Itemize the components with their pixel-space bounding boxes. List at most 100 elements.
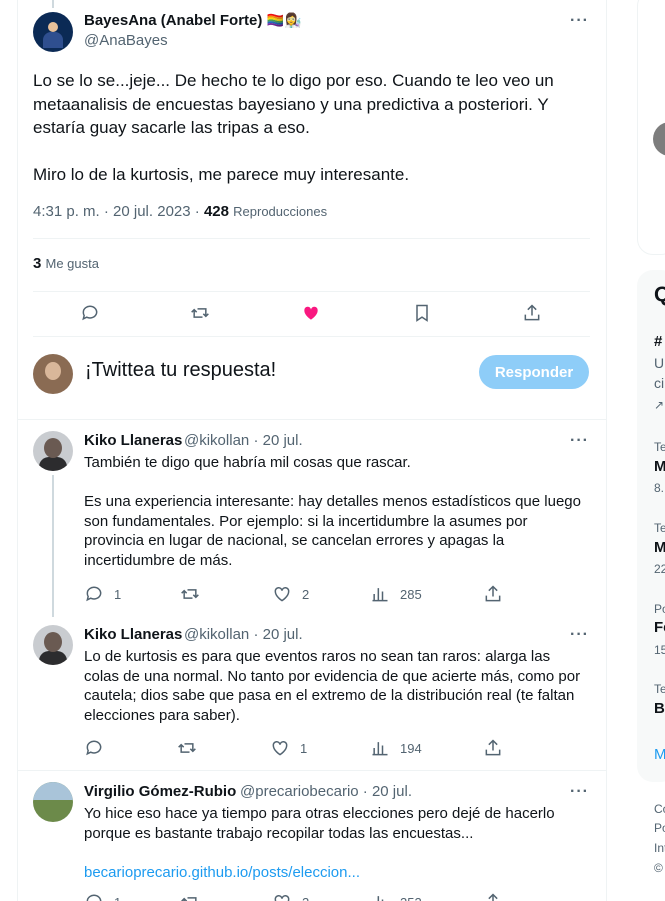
retweet-button[interactable] [180, 892, 200, 901]
more-options-icon[interactable]: ··· [570, 12, 589, 30]
likes-count: 3 [33, 255, 42, 272]
heart-icon [272, 740, 288, 756]
reply-author-name[interactable]: Virgilio Gómez-Rubio [84, 783, 236, 800]
trend-meta: Te [654, 440, 665, 454]
trend-title[interactable]: M [654, 539, 665, 556]
avatar[interactable] [33, 625, 73, 665]
reply-button[interactable]: 1 [84, 892, 121, 901]
reply-author-handle[interactable]: @kikollan · 20 jul. [184, 432, 303, 449]
retweet-button[interactable] [177, 738, 197, 758]
share-button[interactable] [522, 303, 542, 323]
more-options-icon[interactable]: ··· [570, 626, 589, 644]
retweet-button[interactable] [180, 584, 200, 604]
reply-icon [82, 305, 98, 321]
reply-button[interactable] [84, 738, 104, 758]
reply-date[interactable]: · 20 jul. [363, 783, 412, 800]
heart-icon [274, 586, 290, 602]
avatar[interactable] [33, 12, 73, 52]
divider [33, 336, 590, 337]
avatar[interactable] [33, 782, 73, 822]
more-options-icon[interactable]: ··· [570, 783, 589, 801]
reply-link[interactable]: becarioprecario.github.io/posts/eleccion… [84, 863, 589, 883]
tweet-meta: 4:31 p. m. · 20 jul. 2023 · 428 Reproduc… [33, 203, 327, 220]
share-button[interactable] [483, 584, 503, 604]
copyright: © [654, 861, 663, 875]
divider [17, 419, 607, 420]
bar-chart-icon [377, 896, 384, 901]
reply-count: 1 [114, 895, 121, 901]
trend-title[interactable]: M [654, 458, 665, 475]
like-count: 2 [302, 586, 310, 602]
trend-title: U [654, 355, 665, 371]
reply-button[interactable] [80, 303, 100, 323]
reply-count: 1 [114, 586, 122, 602]
views-button[interactable]: 194 [370, 738, 422, 758]
tweet-timestamp[interactable]: 4:31 p. m. · 20 jul. 2023 · [33, 203, 200, 220]
views-count: 428 [203, 203, 229, 220]
bookmark-button[interactable] [412, 303, 432, 323]
submit-reply-button[interactable]: Responder [479, 355, 589, 389]
footer-link[interactable]: Co [654, 802, 665, 816]
view-count: 252 [400, 895, 422, 901]
trend-hashtag[interactable]: # [654, 333, 665, 350]
bar-chart-icon [372, 588, 388, 602]
like-button[interactable] [301, 303, 321, 323]
share-icon [488, 893, 498, 901]
retweet-icon [191, 308, 209, 318]
bar-chart-icon [372, 742, 388, 756]
trend-count: 8. [654, 481, 665, 495]
tweet-text-paragraph-1: Lo se lo se...jeje... De hecho te lo dig… [33, 71, 554, 137]
trend-title[interactable]: Bo [654, 700, 665, 717]
like-count: 1 [300, 740, 308, 756]
views-button[interactable]: 285 [370, 584, 422, 604]
reply-text-paragraph-2: Es una experiencia interesante: hay deta… [84, 493, 581, 569]
share-button[interactable] [483, 738, 503, 758]
author-name[interactable]: BayesAna (Anabel Forte) 🏳️‍🌈👩‍🔬 [84, 12, 301, 29]
reply-icon [86, 894, 102, 901]
trend-meta: Te [654, 682, 665, 696]
avatar[interactable] [33, 431, 73, 471]
trend-meta: Po [654, 602, 665, 616]
thread-line [52, 475, 54, 617]
heart-icon [274, 894, 290, 901]
reply-icon [86, 586, 102, 602]
reply-text-paragraph-1: También te digo que habría mil cosas que… [84, 454, 411, 471]
reply-author-name[interactable]: Kiko Llaneras [84, 432, 182, 449]
retweet-button[interactable] [190, 303, 210, 323]
more-options-icon[interactable]: ··· [570, 432, 589, 450]
like-button[interactable]: 2 [272, 892, 309, 901]
show-more-link[interactable]: M [654, 746, 665, 763]
reply-author-name[interactable]: Kiko Llaneras [84, 626, 182, 643]
share-button[interactable] [483, 892, 503, 901]
heart-filled-icon [304, 306, 318, 320]
footer-link[interactable]: Int [654, 841, 665, 855]
current-user-avatar[interactable] [33, 354, 73, 394]
handle-text: @kikollan [184, 432, 250, 449]
trend-subtitle: ci [654, 375, 665, 391]
reply-date[interactable]: · 20 jul. [253, 626, 302, 643]
trend-title[interactable]: Fe [654, 619, 665, 636]
views-label: Reproducciones [233, 204, 328, 219]
trend-count: 15 [654, 643, 665, 657]
author-handle[interactable]: @AnaBayes [84, 32, 168, 49]
retweet-icon [181, 897, 197, 901]
like-button[interactable]: 1 [270, 738, 307, 758]
share-icon [485, 739, 501, 756]
like-button[interactable]: 2 [272, 584, 309, 604]
reply-button[interactable]: 1 [84, 584, 121, 604]
share-icon [485, 585, 501, 602]
reply-input[interactable]: ¡Twittea tu respuesta! [85, 359, 276, 382]
trend-meta: Te [654, 521, 665, 535]
reply-date[interactable]: · 20 jul. [253, 432, 302, 449]
reply-author-handle[interactable]: @kikollan · 20 jul. [184, 626, 303, 643]
author-name-text: BayesAna (Anabel Forte) [84, 12, 263, 29]
view-count: 194 [400, 740, 422, 756]
trend-arrow-icon: ↗ [654, 398, 665, 412]
share-icon [524, 304, 540, 321]
reply-author-handle[interactable]: @precariobecario · 20 jul. [240, 783, 412, 800]
footer-link[interactable]: Po [654, 821, 665, 835]
likes-summary[interactable]: 3 Me gusta [33, 255, 99, 272]
views-button[interactable]: 252 [370, 892, 422, 901]
trend-count: 22 [654, 562, 665, 576]
like-count: 2 [302, 895, 309, 901]
